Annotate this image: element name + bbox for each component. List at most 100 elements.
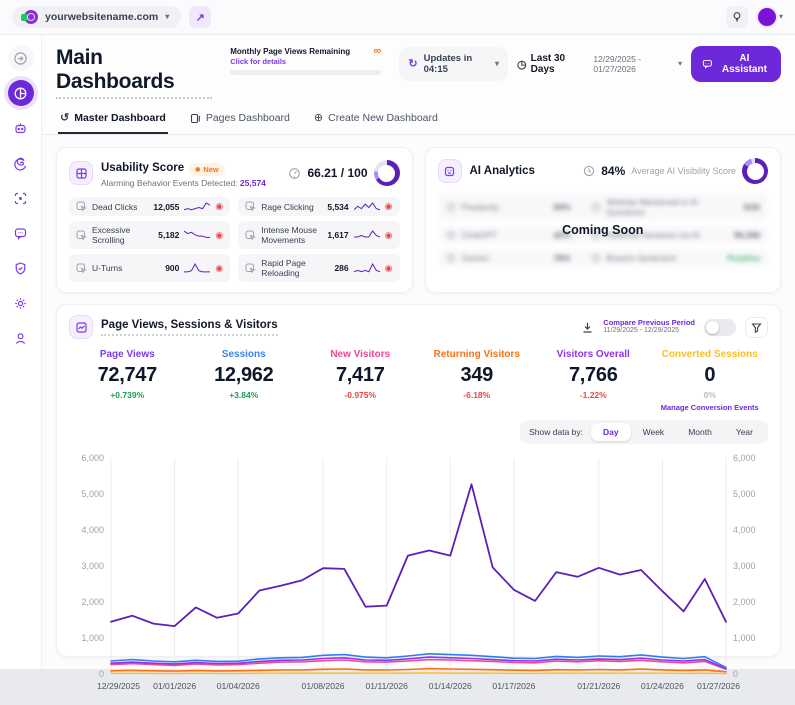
metric-converted-sessions[interactable]: Converted Sessions 0 0% Manage Conversio… — [652, 349, 769, 412]
user-pin-icon — [16, 332, 25, 344]
quota-details-link[interactable]: Click for details — [230, 57, 381, 66]
metric-label: Rage Clicking — [261, 201, 314, 212]
ai-coming-soon-section: Perplexity 69% Website Mentioned in AI Q… — [437, 193, 768, 267]
sidebar-item-feedback[interactable] — [8, 220, 34, 246]
sidebar-item-compliance[interactable] — [8, 255, 34, 281]
tab-label: Pages Dashboard — [205, 112, 290, 124]
sidebar — [0, 35, 42, 669]
metric-value: 5,182 — [158, 230, 180, 240]
sidebar-item-ai-agent[interactable] — [8, 115, 34, 141]
record-icon: ◉ — [384, 201, 393, 211]
compare-label: Compare Previous Period — [603, 317, 695, 327]
ai-chip-icon — [444, 166, 455, 176]
history-icon: ↺ — [60, 111, 70, 124]
metric-delta: 0% — [703, 390, 716, 400]
svg-text:4,000: 4,000 — [733, 525, 756, 535]
metric-delta: +3.84% — [229, 390, 259, 400]
tab-master-dashboard[interactable]: ↺ Master Dashboard — [58, 107, 168, 134]
metric-label: Excessive Scrolling — [92, 225, 131, 245]
spiral-icon — [14, 157, 27, 170]
usability-metric-intense-mouse-movements[interactable]: Intense Mouse Movements 1,617 ◉ — [238, 221, 400, 249]
usability-card-icon — [69, 161, 93, 185]
sidebar-item-heatmaps[interactable] — [8, 185, 34, 211]
period-year-button[interactable]: Year — [724, 423, 765, 441]
site-name: yourwebsitename.com — [45, 11, 159, 23]
chevron-down-icon: ▾ — [165, 12, 170, 21]
usability-metric-excessive-scrolling[interactable]: Excessive Scrolling 5,182 ◉ — [69, 221, 231, 249]
quota-progress-bar — [230, 70, 382, 75]
sparkline — [353, 201, 380, 212]
traffic-title: Page Views, Sessions & Visitors — [101, 319, 278, 336]
cursor-icon — [76, 263, 87, 274]
user-menu[interactable]: ▾ — [757, 8, 783, 26]
metric-visitors-overall[interactable]: Visitors Overall 7,766 -1.22% — [535, 349, 652, 412]
app-root: yourwebsitename.com ▾ ↗ ▾ Main Dashboard… — [0, 0, 795, 691]
ai-card-icon — [437, 159, 462, 183]
website-selector[interactable]: yourwebsitename.com ▾ — [12, 6, 182, 28]
date-range-preset[interactable]: ◷ Last 30 Days — [517, 53, 584, 75]
site-logo-icon — [21, 10, 38, 24]
tab-create-new-dashboard[interactable]: ⊕ Create New Dashboard — [312, 107, 440, 134]
metric-label: Rapid Page Reloading — [261, 258, 306, 278]
chevron-down-icon: ▾ — [778, 12, 783, 21]
svg-text:3,000: 3,000 — [81, 561, 104, 571]
metric-sessions[interactable]: Sessions 12,962 +3.84% — [186, 349, 303, 412]
range-dates-value: 12/29/2025 - 01/27/2026 — [593, 54, 642, 74]
svg-text:4,000: 4,000 — [81, 525, 104, 535]
tab-pages-dashboard[interactable]: Pages Dashboard — [188, 107, 292, 134]
show-data-by-control: Show data by: Day Week Month Year — [520, 420, 768, 444]
pages-icon — [190, 113, 201, 124]
sidebar-item-settings[interactable] — [8, 290, 34, 316]
metric-value: 72,747 — [97, 364, 158, 386]
usability-metric-rage-clicking[interactable]: Rage Clicking 5,534 ◉ — [238, 197, 400, 216]
avatar — [757, 8, 776, 26]
compare-toggle[interactable] — [704, 318, 736, 336]
layout-grid-icon — [75, 167, 87, 179]
traffic-chart[interactable]: 0 0 1,000 1,000 2,000 2,000 3,000 3,000 4,000 4,0… — [69, 448, 768, 691]
manage-conversion-events-link[interactable]: Manage Conversion Events — [652, 403, 769, 412]
traffic-chart-svg: 0 0 1,000 1,000 2,000 2,000 3,000 3,000 4,000 4,0… — [81, 453, 756, 691]
gear-icon — [15, 297, 26, 309]
tab-label: Create New Dashboard — [328, 112, 438, 124]
sparkline — [353, 263, 380, 273]
sidebar-item-dashboards[interactable] — [7, 80, 34, 106]
traffic-card-icon — [69, 315, 93, 339]
open-website-button[interactable]: ↗ — [189, 6, 212, 28]
period-month-button[interactable]: Month — [676, 423, 724, 441]
traffic-card: Page Views, Sessions & Visitors Compare … — [56, 304, 781, 691]
metric-value: 12,055 — [153, 201, 180, 212]
filter-button[interactable] — [745, 316, 768, 338]
metric-value: 0 — [704, 364, 716, 386]
period-week-button[interactable]: Week — [631, 423, 677, 441]
collapse-sidebar-button[interactable] — [7, 45, 34, 71]
metric-returning-visitors[interactable]: Returning Visitors 349 -6.18% — [419, 349, 536, 412]
metric-page-views[interactable]: Page Views 72,747 +0.739% — [69, 349, 186, 412]
quota-widget[interactable]: Monthly Page Views Remaining ∞ Click for… — [230, 46, 382, 75]
tips-button[interactable] — [725, 6, 748, 28]
usability-score-card: Usability Score New Alarming Behavior Eve… — [56, 147, 413, 293]
usability-metric-dead-clicks[interactable]: Dead Clicks 12,055 ◉ — [69, 197, 231, 216]
record-icon: ◉ — [215, 229, 224, 240]
chat-bubble-icon — [14, 227, 27, 240]
period-day-button[interactable]: Day — [591, 423, 631, 441]
record-icon: ◉ — [215, 262, 224, 273]
usability-metric-rapid-page-reloading[interactable]: Rapid Page Reloading 286 ◉ — [238, 254, 400, 282]
cursor-icon — [76, 230, 87, 241]
ai-assistant-button[interactable]: AI Assistant — [691, 46, 781, 82]
metric-value: 7,417 — [335, 364, 385, 386]
date-range-picker[interactable]: 12/29/2025 - 01/27/2026 ▾ — [593, 54, 682, 74]
metric-label: U-Turns — [92, 263, 123, 273]
svg-text:1,000: 1,000 — [733, 633, 756, 643]
metric-label: Returning Visitors — [433, 349, 521, 360]
chevron-down-icon: ▾ — [495, 59, 500, 68]
metric-new-visitors[interactable]: New Visitors 7,417 -0.975% — [302, 349, 419, 412]
sidebar-item-profile[interactable] — [8, 325, 34, 351]
svg-text:0: 0 — [733, 669, 738, 679]
ai-score-value: 84% — [601, 164, 626, 178]
updates-timer[interactable]: ↻ Updates in 04:15 ▾ — [399, 47, 509, 81]
usability-metric-u-turns[interactable]: U-Turns 900 ◉ — [69, 254, 231, 282]
sidebar-item-session-recordings[interactable] — [8, 150, 34, 176]
download-button[interactable] — [581, 321, 594, 334]
cursor-icon — [245, 201, 257, 212]
metric-label: Intense Mouse Movements — [261, 225, 318, 245]
